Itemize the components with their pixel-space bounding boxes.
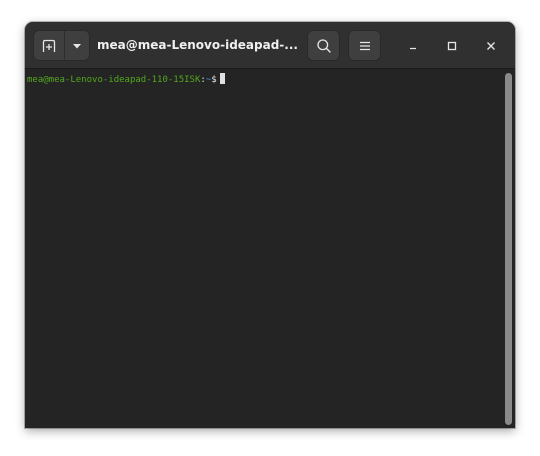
headerbar: mea@mea-Lenovo-ideapad-... xyxy=(25,22,515,69)
search-icon xyxy=(316,38,331,53)
chevron-down-icon xyxy=(73,43,81,48)
window-title: mea@mea-Lenovo-ideapad-... xyxy=(97,38,297,52)
text-cursor xyxy=(219,73,225,84)
minimize-icon xyxy=(410,47,416,50)
vertical-scrollbar[interactable] xyxy=(505,73,512,425)
close-button[interactable] xyxy=(478,33,504,59)
tab-menu-dropdown-button[interactable] xyxy=(65,31,89,60)
prompt-dollar: $ xyxy=(211,75,217,85)
terminal-window: mea@mea-Lenovo-ideapad-... mea@mea-Lenov… xyxy=(25,22,515,428)
close-icon xyxy=(487,42,495,50)
new-tab-button-group xyxy=(33,30,90,61)
prompt-user-host: mea@mea-Lenovo-ideapad-110-15ISK xyxy=(27,75,201,85)
maximize-icon xyxy=(447,41,457,51)
terminal-output-area[interactable]: mea@mea-Lenovo-ideapad-110-15ISK:~$ xyxy=(25,69,515,428)
menu-button[interactable] xyxy=(348,30,381,61)
search-button[interactable] xyxy=(307,30,340,61)
hamburger-menu-icon xyxy=(359,41,370,50)
shell-prompt: mea@mea-Lenovo-ideapad-110-15ISK:~$ xyxy=(27,73,225,86)
new-tab-button[interactable] xyxy=(34,31,65,60)
maximize-button[interactable] xyxy=(439,33,465,59)
new-tab-icon xyxy=(42,39,56,52)
minimize-button[interactable] xyxy=(400,33,426,59)
